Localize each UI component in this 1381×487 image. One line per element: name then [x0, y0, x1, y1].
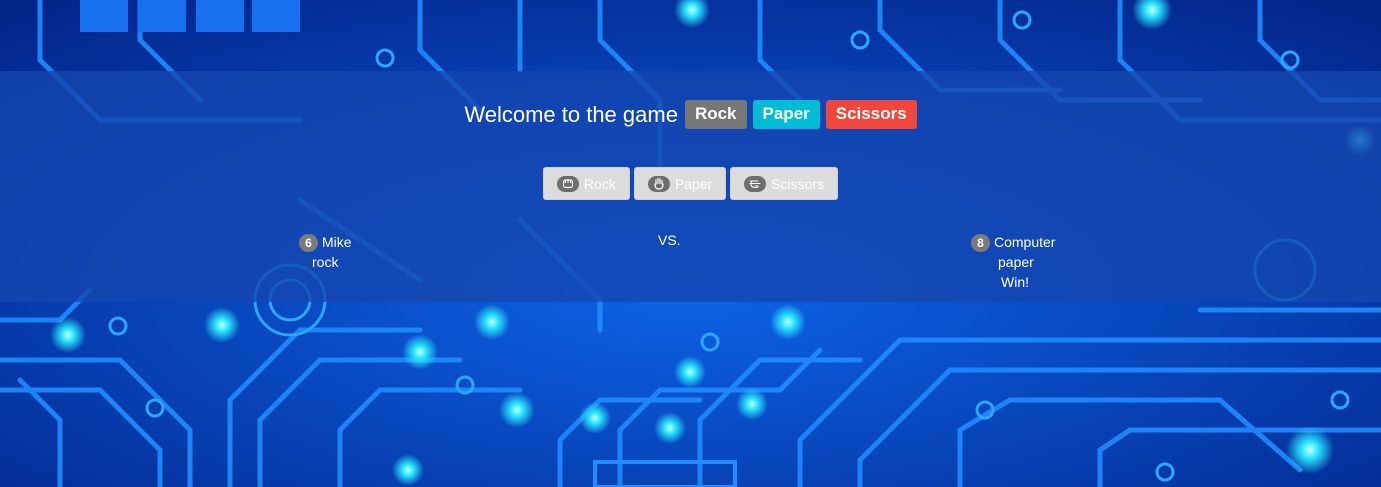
scissors-hand-icon — [744, 175, 767, 192]
player-score-badge: 6 — [299, 234, 318, 253]
scissors-label: Scissors — [825, 100, 917, 129]
versus-text: VS. — [658, 232, 681, 248]
paper-label: Paper — [752, 100, 820, 129]
open-hand-icon — [647, 175, 670, 192]
header: Welcome to the game Rock Paper Scissors — [0, 100, 1381, 129]
player-info: 6 Mike rock — [299, 232, 352, 272]
player-name: Mike — [322, 234, 352, 250]
scissors-button[interactable]: Scissors — [730, 167, 839, 200]
rock-button[interactable]: Rock — [542, 167, 630, 200]
scissors-button-label: Scissors — [771, 175, 825, 192]
computer-result: Win! — [1001, 274, 1029, 291]
computer-choice: paper — [998, 254, 1034, 271]
computer-score-badge: 8 — [971, 234, 990, 253]
paper-button[interactable]: Paper — [633, 167, 727, 200]
rock-button-label: Rock — [583, 175, 616, 192]
player-choice: rock — [312, 254, 339, 271]
rock-label: Rock — [684, 100, 747, 129]
page-title: Welcome to the game — [464, 101, 678, 127]
choice-buttons: Rock Paper Scissors — [0, 167, 1381, 200]
computer-info: 8 Computer paper Win! — [971, 232, 1055, 292]
paper-button-label: Paper — [674, 175, 713, 192]
fist-icon — [556, 175, 579, 192]
computer-name: Computer — [994, 234, 1056, 250]
